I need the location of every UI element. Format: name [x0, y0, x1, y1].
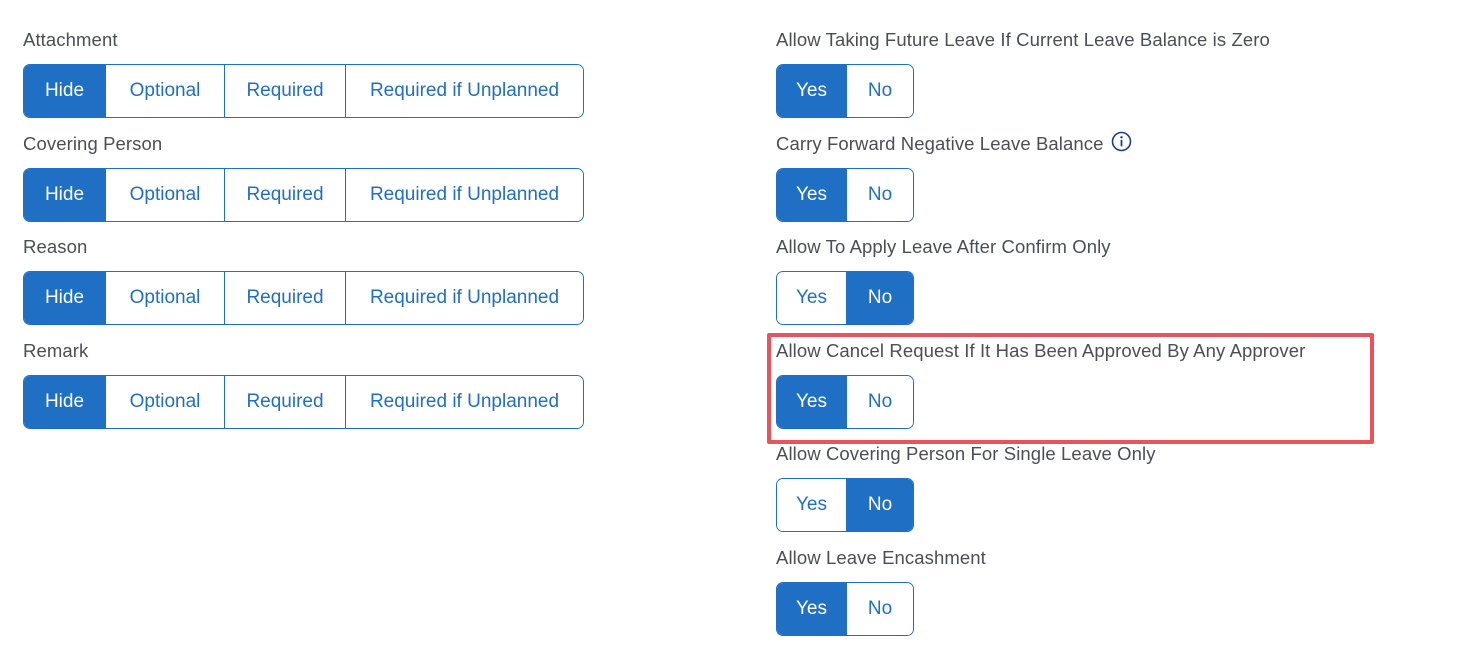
remark-hide-option[interactable]: Hide: [24, 375, 106, 428]
covering-single-leave-yes-option[interactable]: Yes: [777, 479, 847, 531]
leave-encashment-yes-option[interactable]: Yes: [777, 582, 847, 635]
remark-segmented-control: Hide Optional Required Required if Unpla…: [23, 374, 584, 429]
apply-after-confirm-yes-option[interactable]: Yes: [777, 272, 847, 324]
carry-forward-label-row: Carry Forward Negative Leave Balance: [776, 131, 1305, 156]
covering-single-leave-label: Allow Covering Person For Single Leave O…: [776, 443, 1156, 464]
remark-required-if-unplanned-option[interactable]: Required if Unplanned: [346, 375, 583, 428]
reason-label: Reason: [23, 236, 88, 257]
future-leave-yes-option[interactable]: Yes: [777, 65, 847, 117]
carry-forward-no-option[interactable]: No: [847, 168, 913, 221]
remark-setting: Remark Hide Optional Required Required i…: [23, 339, 584, 443]
attachment-required-option[interactable]: Required: [225, 65, 346, 117]
right-settings-column: Allow Taking Future Leave If Current Lea…: [776, 28, 1305, 649]
leave-encashment-label: Allow Leave Encashment: [776, 546, 986, 568]
cancel-approved-request-label: Allow Cancel Request If It Has Been Appr…: [776, 339, 1306, 361]
apply-after-confirm-toggle: Yes No: [776, 271, 914, 325]
future-leave-toggle: Yes No: [776, 64, 914, 118]
covering-person-optional-option[interactable]: Optional: [106, 168, 225, 221]
leave-encashment-toggle: Yes No: [776, 581, 914, 636]
covering-single-leave-setting: Allow Covering Person For Single Leave O…: [776, 442, 1305, 546]
info-circle-icon[interactable]: [1111, 131, 1132, 152]
reason-setting: Reason Hide Optional Required Required i…: [23, 235, 584, 339]
attachment-optional-option[interactable]: Optional: [106, 65, 225, 117]
covering-person-required-option[interactable]: Required: [225, 168, 346, 221]
attachment-setting: Attachment Hide Optional Required Requir…: [23, 28, 584, 132]
covering-single-leave-toggle: Yes No: [776, 478, 914, 532]
remark-optional-option[interactable]: Optional: [106, 375, 225, 428]
reason-required-if-unplanned-option[interactable]: Required if Unplanned: [346, 272, 583, 324]
apply-after-confirm-no-option[interactable]: No: [847, 272, 913, 324]
leave-encashment-no-option[interactable]: No: [847, 582, 913, 635]
apply-after-confirm-label: Allow To Apply Leave After Confirm Only: [776, 236, 1111, 257]
remark-label: Remark: [23, 339, 89, 361]
attachment-hide-option[interactable]: Hide: [24, 65, 106, 117]
leave-encashment-setting: Allow Leave Encashment Yes No: [776, 546, 1305, 650]
cancel-approved-request-setting: Allow Cancel Request If It Has Been Appr…: [776, 339, 1305, 443]
reason-required-option[interactable]: Required: [225, 272, 346, 324]
cancel-approved-request-toggle: Yes No: [776, 374, 914, 429]
future-leave-setting: Allow Taking Future Leave If Current Lea…: [776, 28, 1305, 132]
covering-person-setting: Covering Person Hide Optional Required R…: [23, 132, 584, 236]
cancel-approved-request-no-option[interactable]: No: [847, 375, 913, 428]
carry-forward-toggle: Yes No: [776, 167, 914, 222]
covering-person-hide-option[interactable]: Hide: [24, 168, 106, 221]
future-leave-label: Allow Taking Future Leave If Current Lea…: [776, 29, 1270, 50]
left-settings-column: Attachment Hide Optional Required Requir…: [23, 28, 584, 442]
carry-forward-setting: Carry Forward Negative Leave Balance Yes…: [776, 131, 1305, 236]
reason-optional-option[interactable]: Optional: [106, 272, 225, 324]
remark-required-option[interactable]: Required: [225, 375, 346, 428]
covering-person-label: Covering Person: [23, 132, 163, 154]
reason-hide-option[interactable]: Hide: [24, 272, 106, 324]
attachment-required-if-unplanned-option[interactable]: Required if Unplanned: [346, 65, 583, 117]
future-leave-no-option[interactable]: No: [847, 65, 913, 117]
covering-single-leave-no-option[interactable]: No: [847, 479, 913, 531]
cancel-approved-request-yes-option[interactable]: Yes: [777, 375, 847, 428]
covering-person-required-if-unplanned-option[interactable]: Required if Unplanned: [346, 168, 583, 221]
reason-segmented-control: Hide Optional Required Required if Unpla…: [23, 271, 584, 325]
carry-forward-yes-option[interactable]: Yes: [777, 168, 847, 221]
carry-forward-label: Carry Forward Negative Leave Balance: [776, 132, 1104, 154]
apply-after-confirm-setting: Allow To Apply Leave After Confirm Only …: [776, 235, 1305, 339]
covering-person-segmented-control: Hide Optional Required Required if Unpla…: [23, 167, 584, 222]
attachment-segmented-control: Hide Optional Required Required if Unpla…: [23, 64, 584, 118]
attachment-label: Attachment: [23, 29, 118, 50]
